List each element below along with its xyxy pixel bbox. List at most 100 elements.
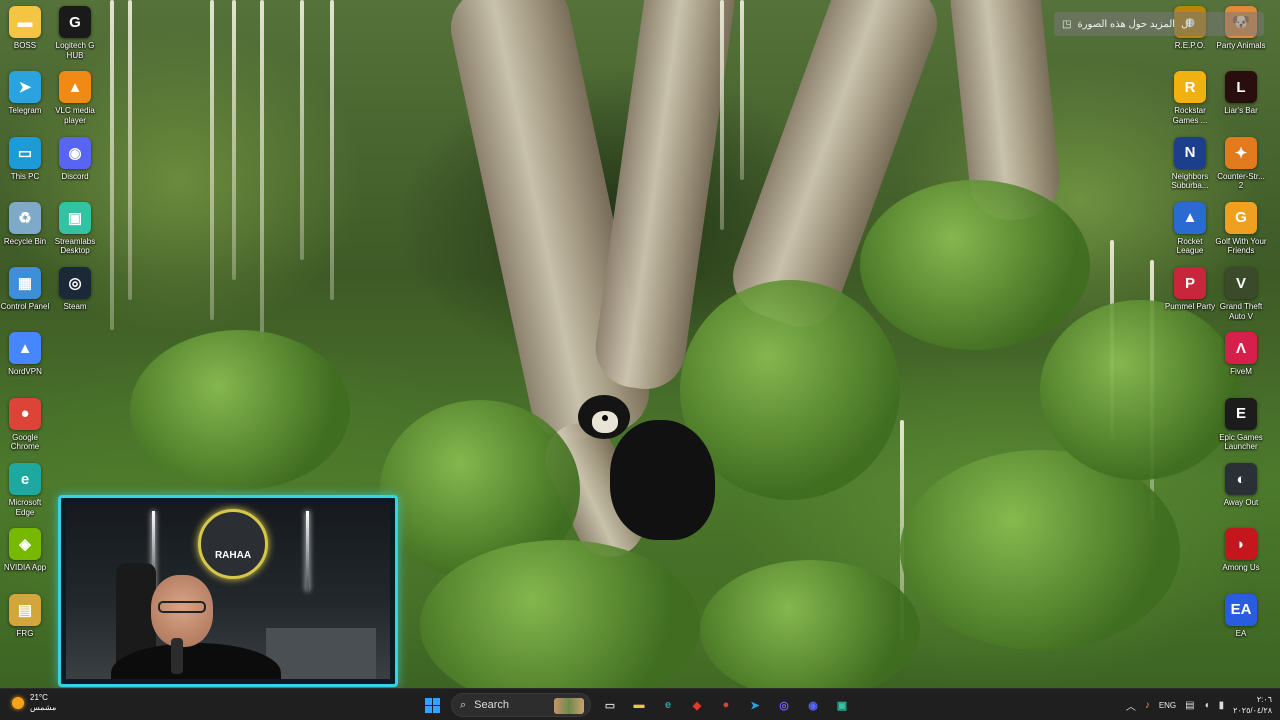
desktop-icon-empty-slot <box>1165 590 1215 655</box>
taskbar-chrome-icon[interactable]: ● <box>716 695 736 715</box>
monitor-icon: ▭ <box>9 136 41 169</box>
weather-temp: 21°C <box>30 693 48 702</box>
desktop-icon-fivem[interactable]: Λ FiveM <box>1216 328 1266 393</box>
desktop-icon-label: Microsoft Edge <box>8 498 42 517</box>
taskbar-obs-icon[interactable]: ◎ <box>774 695 794 715</box>
desktop-icon-label: Steam <box>63 302 87 312</box>
desktop-icon-empty-slot <box>50 328 100 393</box>
taskbar-streamlabs-icon[interactable]: ▣ <box>832 695 852 715</box>
desktop-icon-neighbors[interactable]: N Neighbors Suburba... <box>1165 133 1215 198</box>
battery-icon[interactable]: ▮ <box>1219 700 1225 711</box>
desktop-icon-rockstar[interactable]: R Rockstar Games ... <box>1165 67 1215 132</box>
network-icon[interactable]: ▤ <box>1185 700 1194 711</box>
microphone-icon[interactable]: ♪ <box>1145 700 1150 711</box>
hanging-moss <box>740 0 744 180</box>
taskbar-anydesk-icon[interactable]: ◆ <box>687 695 707 715</box>
hanging-moss <box>110 0 114 330</box>
folder-icon: ▬ <box>9 6 41 38</box>
taskbar-telegram-icon[interactable]: ➤ <box>745 695 765 715</box>
desktop-icon-liars-bar[interactable]: L Liar's Bar <box>1216 67 1266 132</box>
desktop-icon-epic-games[interactable]: E Epic Games Launcher <box>1216 394 1266 459</box>
taskbar-file-explorer-icon[interactable]: ▬ <box>629 695 649 715</box>
desktop-icon-label: NVIDIA App <box>3 563 47 573</box>
chevron-up-icon[interactable]: ︿ <box>1126 698 1136 713</box>
taskbar-edge-icon[interactable]: e <box>658 695 678 715</box>
search-highlight-image <box>554 698 584 714</box>
foliage <box>130 330 350 490</box>
desktop-icon-control-panel[interactable]: ▦ Control Panel <box>0 263 50 328</box>
desktop-icon-label: Neighbors Suburba... <box>1171 171 1209 191</box>
webcam-overlay: RAHAA <box>58 495 398 687</box>
clock[interactable]: ٢:٠٦ ٢٠٢٥/٠٤/٢٨ <box>1233 694 1272 716</box>
desktop-icon-ea[interactable]: EA EA <box>1216 590 1266 655</box>
sun-icon <box>12 697 24 709</box>
hanging-moss <box>260 0 264 340</box>
taskbar-search[interactable]: ⌕ Search <box>451 693 591 717</box>
desktop-icon-label: Counter-Str... 2 <box>1217 171 1265 191</box>
desktop-icon-label: Party Animals <box>1216 41 1266 50</box>
desktop-icon-golf[interactable]: G Golf With Your Friends <box>1215 198 1267 263</box>
desktop-icon-steam[interactable]: ◎ Steam <box>50 263 100 328</box>
desktop-icon-label: R.E.P.O. <box>1174 41 1206 50</box>
desktop-icons-left: ▬ BOSS ➤ Telegram ▭ This PC ♻ Recycle Bin ▦ Contr… <box>0 2 50 655</box>
desktop-icon-label: Rockstar Games ... <box>1172 106 1208 125</box>
desktop-icon-counter-strike[interactable]: ✦ Counter-Str... 2 <box>1216 133 1266 198</box>
foliage <box>700 560 920 688</box>
rockstar-icon: R <box>1174 71 1206 104</box>
desktop-icon-discord[interactable]: ◉ Discord <box>50 133 100 198</box>
gta-icon: V <box>1225 267 1257 300</box>
streamlabs-icon: ▣ <box>59 201 91 234</box>
desktop-icon-label: FRG <box>16 628 34 638</box>
desktop-icon-nvidia[interactable]: ◈ NVIDIA App <box>0 524 50 589</box>
desktop-icon-nordvpn[interactable]: ▲ NordVPN <box>0 328 50 393</box>
desktop-icon-label: This PC <box>10 171 40 181</box>
desktop-icon-monitor[interactable]: ▭ This PC <box>0 133 50 198</box>
desktop-icon-label: VLC media player <box>55 106 95 125</box>
desktop-icon-folder[interactable]: ▬ BOSS <box>0 2 50 67</box>
taskbar-discord-icon[interactable]: ◉ <box>803 695 823 715</box>
rocket-league-icon: ▲ <box>1174 201 1206 234</box>
neighbors-icon: N <box>1174 136 1206 169</box>
desktop-icon-pummel-party[interactable]: P Pummel Party <box>1165 263 1215 328</box>
start-button[interactable] <box>422 695 442 715</box>
hanging-moss <box>232 0 236 280</box>
desktop-icon-recycle-bin[interactable]: ♻ Recycle Bin <box>0 198 50 263</box>
desktop-icon-empty-slot <box>1165 394 1215 459</box>
desktop-icon-streamlabs[interactable]: ▣ Streamlabs Desktop <box>50 198 100 263</box>
counter-strike-icon: ✦ <box>1225 136 1257 169</box>
desktop-icon-label: Discord <box>61 171 89 181</box>
desktop-icon-label: Control Panel <box>0 302 50 312</box>
camera-icon: ◳ <box>1062 18 1072 30</box>
steam-icon: ◎ <box>59 267 91 300</box>
taskbar-task-view-icon[interactable]: ▭ <box>600 695 620 715</box>
desktop-icon-chrome[interactable]: ● Google Chrome <box>0 394 50 459</box>
streamer-logo-text: RAHAA <box>214 549 252 561</box>
desktop-icon-away-out[interactable]: ◐ Away Out <box>1216 459 1266 524</box>
clock-date: ٢٠٢٥/٠٤/٢٨ <box>1233 706 1272 715</box>
desktop-icon-telegram[interactable]: ➤ Telegram <box>0 67 50 132</box>
language-indicator[interactable]: ENG <box>1159 701 1176 710</box>
desktop-icon-label: Pummel Party <box>1164 302 1216 312</box>
desktop-icon-vlc[interactable]: ▲ VLC media player <box>50 67 100 132</box>
away-out-icon: ◐ <box>1225 463 1257 496</box>
taskbar-apps: ⌕ Search ▭ ▬ e ◆ ● ➤ ◎ ◉ ▣ <box>422 692 852 718</box>
desktop-icon-logitech-g[interactable]: G Logitech G HUB <box>50 2 100 67</box>
desktop-icon-label: Golf With Your Friends <box>1215 236 1267 256</box>
desktop-icon-empty-slot <box>1165 459 1215 524</box>
desktop-icon-edge[interactable]: e Microsoft Edge <box>0 459 50 524</box>
volume-icon[interactable]: ◖ <box>1204 700 1210 711</box>
hanging-moss <box>720 0 724 230</box>
desktop-icon-frg[interactable]: ▤ FRG <box>0 590 50 655</box>
desktop-icon-among-us[interactable]: ◗ Among Us <box>1216 524 1266 589</box>
ea-icon: EA <box>1225 593 1257 626</box>
telegram-icon: ➤ <box>9 71 41 104</box>
learn-about-picture-button[interactable]: ال المزيد حول هذه الصورة ◳ <box>1054 12 1264 36</box>
weather-widget[interactable]: 21°C مشمس <box>12 693 56 713</box>
desktop-icon-label: Telegram <box>8 106 42 116</box>
desktop-icon-label: Epic Games Launcher <box>1219 432 1263 452</box>
desktop-icon-label: Google Chrome <box>10 432 40 452</box>
desktop-icon-rocket-league[interactable]: ▲ Rocket League <box>1165 198 1215 263</box>
foliage <box>860 180 1090 350</box>
desktop-icon-gta[interactable]: V Grand Theft Auto V <box>1216 263 1266 328</box>
desktop-icon-empty-slot <box>1165 328 1215 393</box>
